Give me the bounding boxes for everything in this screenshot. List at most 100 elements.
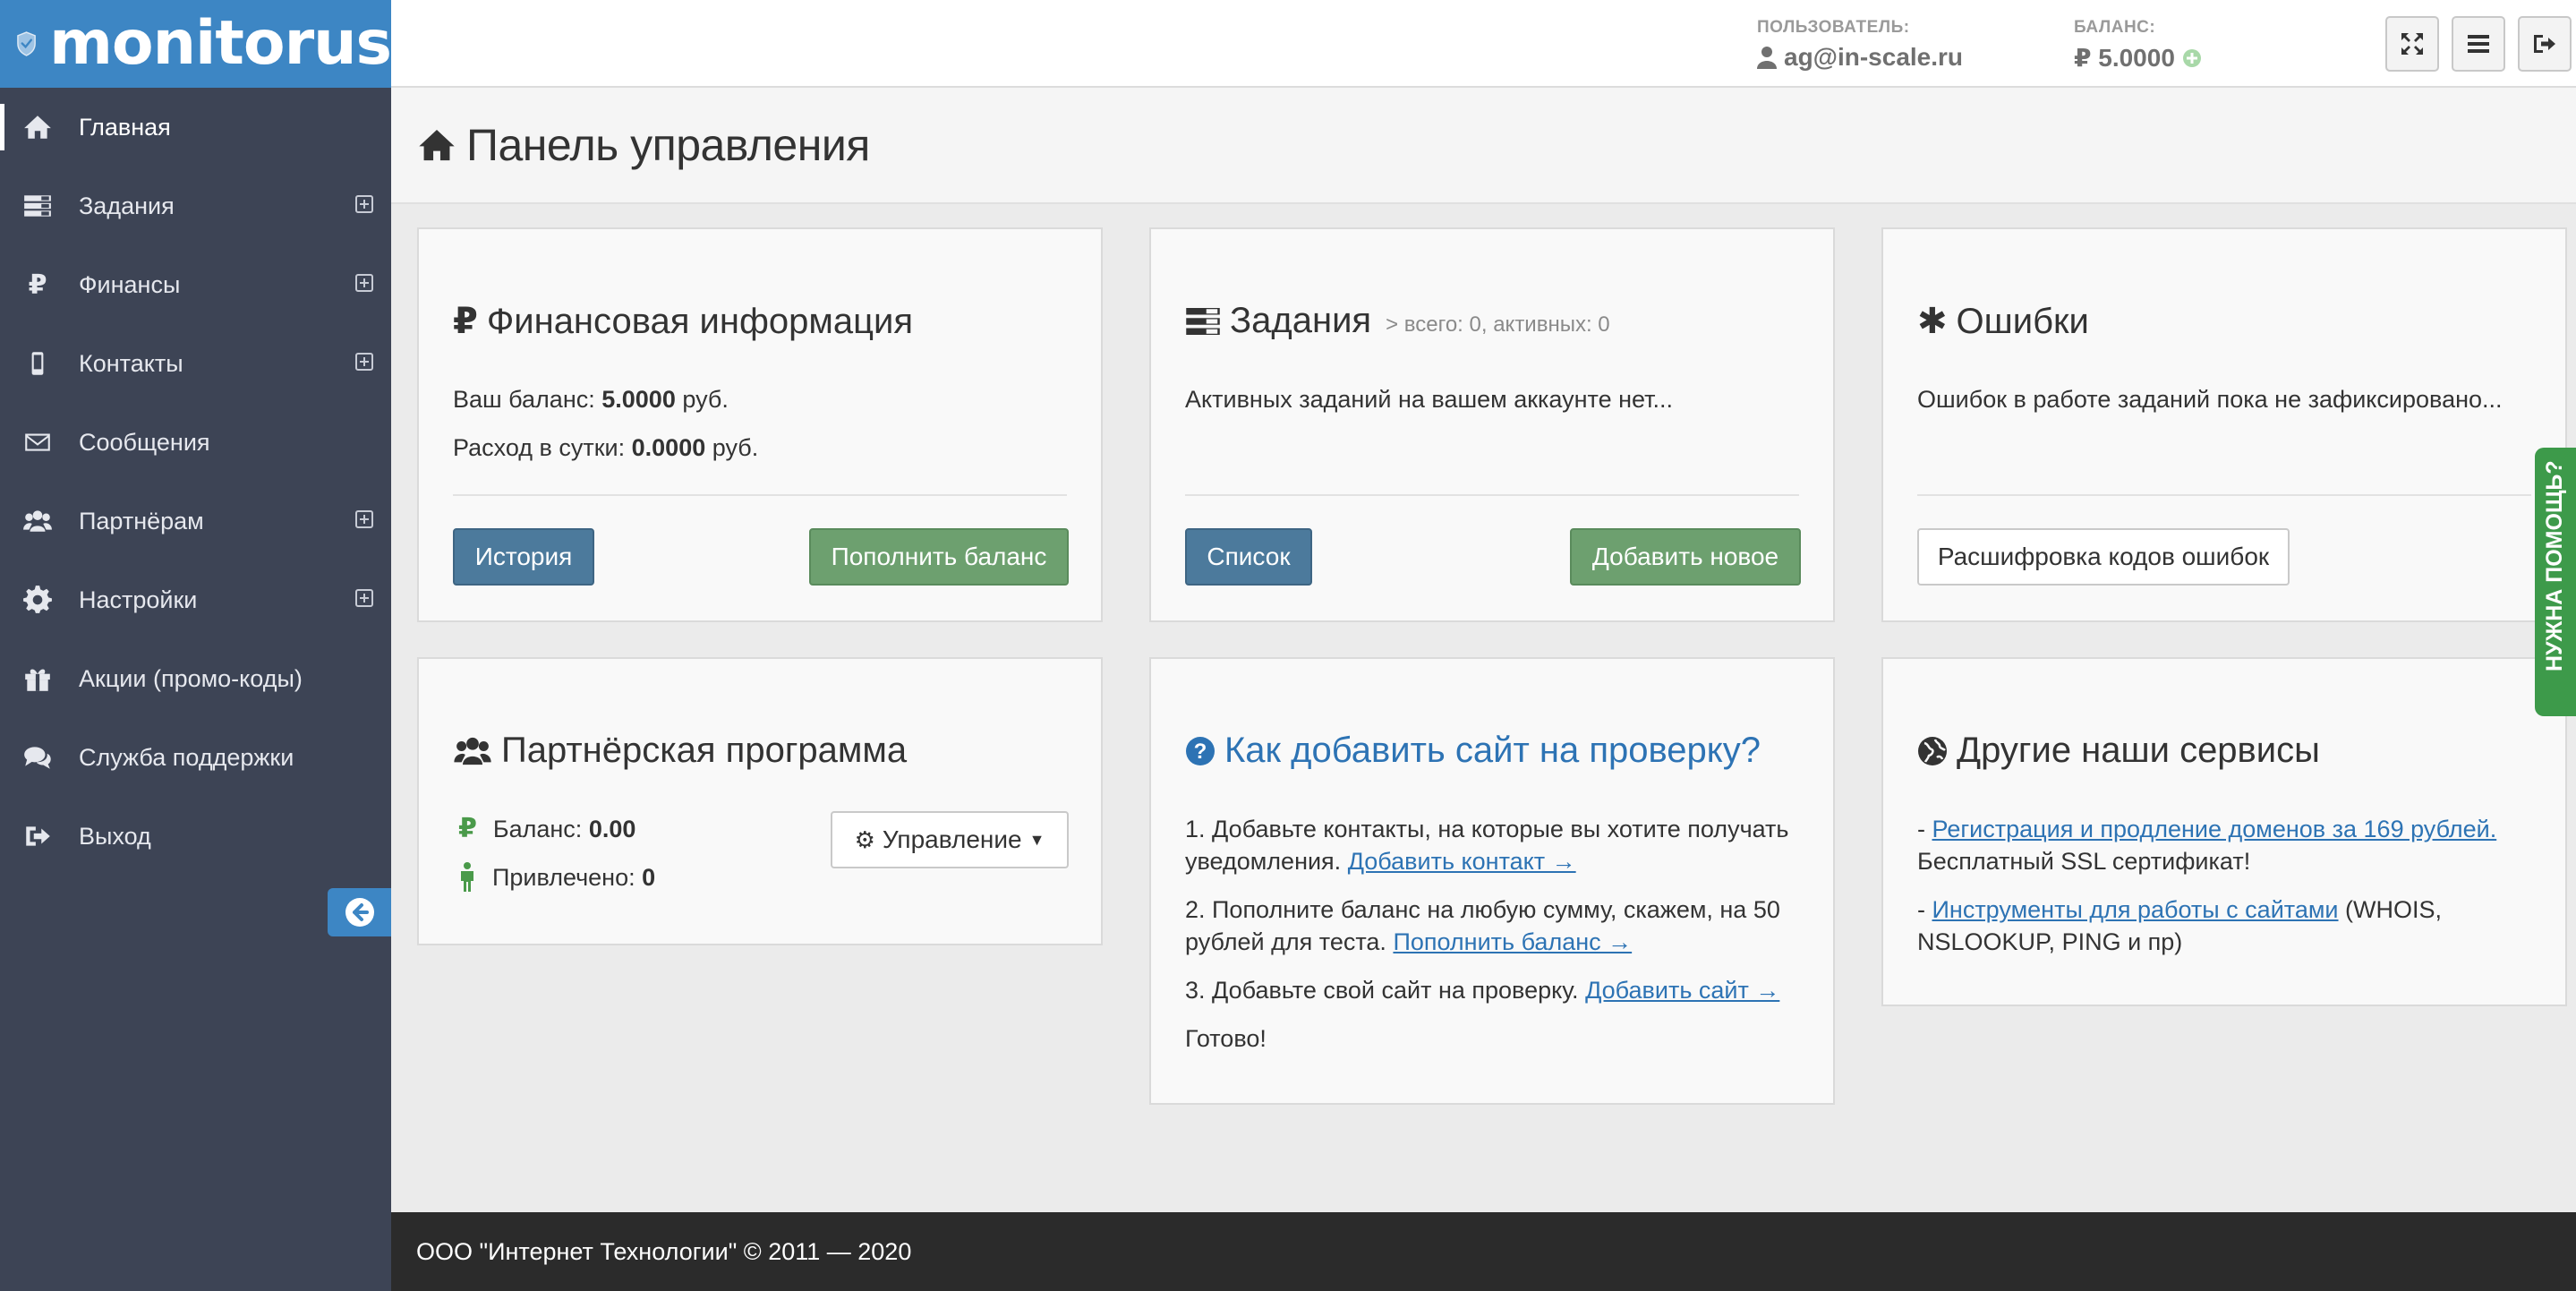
- sidebar-item-label: Настройки: [79, 586, 198, 613]
- ruble-icon: ₽: [453, 302, 478, 341]
- sidebar-item-tasks[interactable]: Задания: [0, 167, 391, 245]
- balance-value: 5.0000: [601, 386, 676, 413]
- panel-title: Задания: [1230, 301, 1372, 340]
- shield-logo-icon: [17, 31, 36, 56]
- arrow-left-circle-icon: [345, 898, 374, 927]
- mobile-icon: [20, 346, 55, 381]
- balance-info: БАЛАНС: ₽ 5.0000: [2074, 18, 2202, 73]
- question-circle-icon: ?: [1186, 736, 1215, 765]
- expand-plus-icon[interactable]: [355, 510, 373, 528]
- topup-balance-link[interactable]: Пополнить баланс →: [1393, 928, 1632, 955]
- tasks-empty-text: Активных заданий на вашем аккаунте нет..…: [1185, 386, 1674, 413]
- help-tab[interactable]: НУЖНА ПОМОЩЬ?: [2535, 448, 2576, 716]
- gears-icon: ⚙: [854, 825, 875, 853]
- add-contact-link[interactable]: Добавить контакт →: [1348, 848, 1576, 875]
- domains-link[interactable]: Регистрация и продление доменов за 169 р…: [1932, 816, 2497, 842]
- add-balance-icon[interactable]: [2182, 48, 2202, 68]
- balance-line: Ваш баланс: 5.0000 руб.: [453, 386, 729, 413]
- sidebar-item-logout[interactable]: Выход: [0, 797, 391, 876]
- error-codes-button[interactable]: Расшифровка кодов ошибок: [1917, 528, 2290, 586]
- menu-button[interactable]: [2452, 16, 2505, 72]
- history-button[interactable]: История: [453, 528, 594, 586]
- sidebar-item-settings[interactable]: Настройки: [0, 560, 391, 639]
- tools-link[interactable]: Инструменты для работы с сайтами: [1932, 896, 2339, 923]
- add-task-button[interactable]: Добавить новое: [1570, 528, 1801, 586]
- partner-invited-value: 0: [642, 864, 656, 891]
- divider: [453, 494, 1067, 496]
- sidebar-item-label: Служба поддержки: [79, 743, 294, 771]
- asterisk-icon: ✱: [1917, 302, 1948, 341]
- home-icon: [419, 129, 455, 161]
- service-item-tools: - Инструменты для работы с сайтами (WHOI…: [1917, 896, 2443, 955]
- ruble-icon: ₽: [458, 814, 477, 843]
- howto-step-1: 1. Добавьте контакты, на которые вы хоти…: [1185, 816, 1789, 875]
- partner-balance-line: ₽ Баланс: 0.00: [458, 814, 636, 843]
- sign-out-icon: [2534, 35, 2555, 53]
- sidebar-item-label: Финансы: [79, 270, 181, 298]
- divider: [1185, 494, 1799, 496]
- user-info: ПОЛЬЗОВАТЕЛЬ: ag@in-scale.ru: [1757, 18, 1963, 72]
- partner-balance-value: 0.00: [588, 816, 636, 842]
- panel-title: Другие наши сервисы: [1957, 731, 2320, 770]
- partner-invited-line: Привлечено: 0: [458, 861, 655, 893]
- sidebar-item-label: Акции (промо-коды): [79, 664, 303, 692]
- expand-plus-icon[interactable]: [355, 195, 373, 213]
- sidebar-item-partners[interactable]: Партнёрам: [0, 482, 391, 560]
- expand-icon: [2401, 33, 2423, 55]
- tasks-panel: Задания > всего: 0, активных: 0 Активных…: [1149, 227, 1835, 622]
- balance-label: БАЛАНС:: [2074, 18, 2156, 37]
- sign-out-icon: [20, 818, 55, 854]
- tasks-counter: > всего: 0, активных: 0: [1386, 312, 1610, 337]
- sidebar-item-label: Партнёрам: [79, 507, 204, 534]
- fullscreen-button[interactable]: [2385, 16, 2439, 72]
- panel-title: Ошибки: [1956, 301, 2089, 341]
- logo-text: monitorus: [49, 8, 392, 79]
- logo[interactable]: monitorus: [0, 0, 392, 88]
- panel-title: Как добавить сайт на проверку?: [1224, 731, 1761, 770]
- help-tab-label: НУЖНА ПОМОЩЬ?: [2542, 460, 2567, 671]
- howto-panel: ? Как добавить сайт на проверку? 1. Доба…: [1149, 657, 1835, 1105]
- page-title: Панель управления: [466, 120, 870, 170]
- logout-button[interactable]: [2518, 16, 2572, 72]
- users-icon: [454, 737, 491, 765]
- services-list: - Регистрация и продление доменов за 169…: [1917, 813, 2535, 958]
- sidebar-item-promo[interactable]: Акции (промо-коды): [0, 639, 391, 718]
- expand-plus-icon[interactable]: [355, 274, 373, 292]
- sidebar-item-home[interactable]: Главная: [0, 88, 391, 167]
- globe-icon: [1918, 736, 1947, 765]
- envelope-icon: [20, 424, 55, 460]
- sidebar-item-contacts[interactable]: Контакты: [0, 324, 391, 403]
- partner-manage-dropdown[interactable]: ⚙ Управление ▼: [831, 811, 1069, 868]
- partner-panel: Партнёрская программа ₽ Баланс: 0.00 При…: [417, 657, 1103, 945]
- sidebar-item-label: Задания: [79, 192, 175, 219]
- sidebar-item-messages[interactable]: Сообщения: [0, 403, 391, 482]
- expand-plus-icon[interactable]: [355, 353, 373, 371]
- tasks-icon: [1186, 307, 1220, 335]
- male-icon: [461, 862, 473, 892]
- service-item-domains: - Регистрация и продление доменов за 169…: [1917, 816, 2497, 875]
- tasks-list-button[interactable]: Список: [1185, 528, 1312, 586]
- panel-title: Финансовая информация: [486, 301, 914, 341]
- gear-icon: [20, 582, 55, 618]
- sidebar-item-label: Выход: [79, 822, 151, 850]
- howto-steps: 1. Добавьте контакты, на которые вы хоти…: [1185, 813, 1803, 1055]
- expand-plus-icon[interactable]: [355, 589, 373, 607]
- howto-step-2: 2. Пополните баланс на любую сумму, скаж…: [1185, 896, 1780, 955]
- comments-icon: [20, 740, 55, 775]
- footer-copyright: ООО "Интернет Технологии" © 2011 — 2020: [416, 1237, 912, 1265]
- add-site-link[interactable]: Добавить сайт →: [1585, 977, 1779, 1004]
- services-panel: Другие наши сервисы - Регистрация и прод…: [1881, 657, 2567, 1006]
- collapse-sidebar-button[interactable]: [328, 888, 391, 936]
- howto-done: Готово!: [1185, 1025, 1267, 1052]
- user-email[interactable]: ag@in-scale.ru: [1784, 43, 1963, 72]
- howto-step-3: 3. Добавьте свой сайт на проверку. Добав…: [1185, 977, 1780, 1004]
- sidebar-item-finance[interactable]: ₽ Финансы: [0, 245, 391, 324]
- page-title-bar: Панель управления: [391, 88, 2576, 204]
- sidebar-item-label: Главная: [79, 113, 171, 141]
- sidebar-item-label: Контакты: [79, 349, 183, 377]
- manage-label: Управление: [882, 825, 1022, 853]
- sidebar-item-support[interactable]: Служба поддержки: [0, 718, 391, 797]
- daily-expense-value: 0.0000: [631, 434, 706, 461]
- gift-icon: [20, 661, 55, 697]
- topup-balance-button[interactable]: Пополнить баланс: [809, 528, 1069, 586]
